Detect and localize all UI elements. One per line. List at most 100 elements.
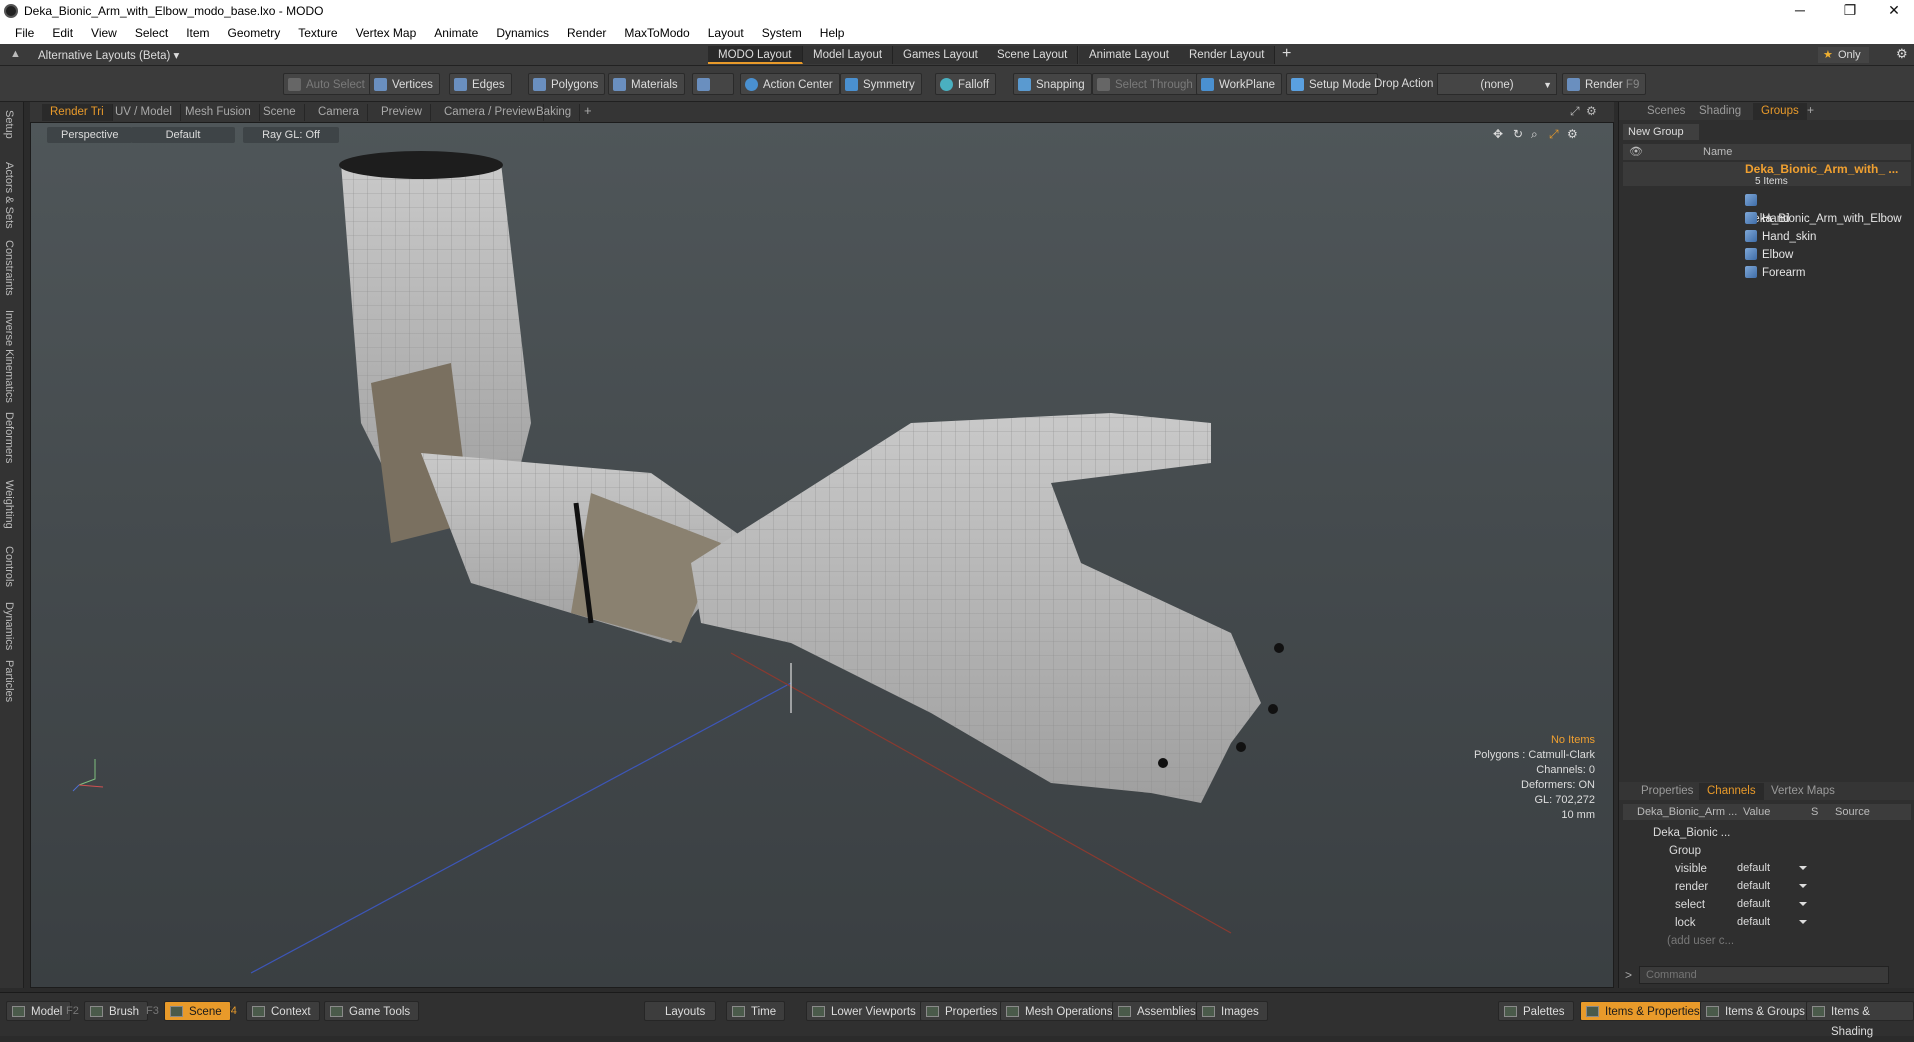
selection-sets-button[interactable] (692, 73, 734, 95)
menu-maxtomodo[interactable]: MaxToModo (615, 26, 698, 40)
minimize-button[interactable]: ─ (1778, 0, 1822, 22)
mesh-operations-button[interactable]: Mesh Operations (1000, 1001, 1122, 1021)
tab-camera[interactable]: Camera (310, 104, 368, 121)
collapse-icon[interactable]: ▲ (10, 48, 21, 60)
items-groups-button[interactable]: Items & Groups (1700, 1001, 1814, 1021)
menu-view[interactable]: View (82, 26, 126, 40)
eye-icon[interactable]: 👁 (1629, 144, 1643, 160)
close-button[interactable]: ✕ (1872, 0, 1914, 22)
group-item[interactable]: Elbow (1745, 246, 1793, 264)
tab-render-layout[interactable]: Render Layout (1179, 46, 1276, 64)
tab-groups[interactable]: Groups (1753, 103, 1807, 120)
add-user-channel[interactable]: (add user c... (1667, 932, 1734, 950)
group-item[interactable]: Hand (1745, 210, 1790, 228)
command-input[interactable] (1639, 966, 1889, 984)
tab-shading[interactable]: Shading (1691, 103, 1749, 120)
menu-animate[interactable]: Animate (425, 26, 487, 40)
menu-texture[interactable]: Texture (289, 26, 346, 40)
game-tools-button[interactable]: Game Tools (324, 1001, 420, 1021)
channels-root-row[interactable]: Deka_Bionic ... (1653, 824, 1730, 842)
tab-baking[interactable]: Baking (528, 104, 581, 121)
polygons-button[interactable]: Polygons (528, 73, 606, 95)
brush-mode-button[interactable]: Brush (84, 1001, 149, 1021)
palettes-button[interactable]: Palettes (1498, 1001, 1574, 1021)
vtab-constraints[interactable]: Constraints (3, 240, 15, 296)
group-item[interactable]: Deka_Bionic_Arm_with_Elbow (1745, 192, 1914, 225)
tab-render-tri[interactable]: Render Tri (42, 104, 113, 121)
group-item[interactable]: Forearm (1745, 264, 1805, 282)
symmetry-button[interactable]: Symmetry (840, 73, 922, 95)
tab-preview[interactable]: Preview (373, 104, 431, 121)
properties-button[interactable]: Properties (920, 1001, 1007, 1021)
channel-value[interactable]: default (1737, 914, 1809, 930)
add-layout-button[interactable]: + (1282, 45, 1291, 63)
new-group-button[interactable]: New Group (1623, 124, 1699, 140)
snapping-button[interactable]: Snapping (1013, 73, 1092, 95)
menu-file[interactable]: File (6, 26, 43, 40)
select-through-button[interactable]: Select Through (1092, 73, 1200, 95)
vtab-deformers[interactable]: Deformers (3, 412, 15, 463)
vtab-actors-sets[interactable]: Actors & Sets (3, 162, 15, 229)
vtab-weighting[interactable]: Weighting (3, 480, 15, 529)
items-properties-button[interactable]: Items & Properties (1580, 1001, 1709, 1021)
channel-row[interactable]: select default (1619, 896, 1914, 914)
tab-mesh-fusion[interactable]: Mesh Fusion (177, 104, 260, 121)
menu-dynamics[interactable]: Dynamics (487, 26, 558, 40)
setup-mode-button[interactable]: Setup Mode (1286, 73, 1379, 95)
vtab-setup[interactable]: Setup (3, 110, 15, 139)
tab-scenes[interactable]: Scenes (1639, 103, 1693, 120)
layouts-button[interactable]: Layouts (644, 1001, 717, 1021)
vtab-particles[interactable]: Particles (3, 660, 15, 702)
menu-item[interactable]: Item (177, 26, 218, 40)
workplane-button[interactable]: WorkPlane (1196, 73, 1283, 95)
tab-games-layout[interactable]: Games Layout (893, 46, 989, 64)
action-center-button[interactable]: Action Center (740, 73, 840, 95)
render-button[interactable]: Render F9 (1562, 73, 1647, 95)
items-shading-button[interactable]: Items & Shading (1806, 1001, 1914, 1038)
model-mode-button[interactable]: Model (6, 1001, 72, 1021)
group-root-row[interactable]: Deka_Bionic_Arm_with_ ... 5 Items (1623, 162, 1911, 187)
tab-animate-layout[interactable]: Animate Layout (1079, 46, 1180, 64)
add-panel-tab-button[interactable]: + (1807, 103, 1814, 117)
vtab-controls[interactable]: Controls (3, 546, 15, 587)
viewport-settings-icon[interactable]: ⚙ (1586, 104, 1597, 118)
maximize-icon[interactable]: ⤢ (1570, 104, 1580, 119)
channels-group-row[interactable]: Group (1669, 842, 1701, 860)
vtab-dynamics[interactable]: Dynamics (3, 602, 15, 650)
images-button[interactable]: Images (1196, 1001, 1268, 1021)
tab-scene-layout[interactable]: Scene Layout (987, 46, 1079, 64)
vtab-inverse-kinematics[interactable]: Inverse Kinematics (3, 310, 15, 403)
channel-value[interactable]: default (1737, 896, 1809, 912)
only-toggle[interactable]: ★ Only (1818, 47, 1869, 63)
add-tab-button[interactable]: + (584, 103, 592, 118)
menu-layout[interactable]: Layout (699, 26, 753, 40)
gear-icon[interactable]: ⚙ (1896, 46, 1908, 62)
time-button[interactable]: Time (726, 1001, 786, 1021)
3d-viewport[interactable]: Perspective Default Ray GL: Off ✥ ↻ ⌕ ⤢ … (30, 122, 1614, 988)
channel-value[interactable]: default (1737, 878, 1809, 894)
auto-select-button[interactable]: Auto Select (283, 73, 372, 95)
menu-select[interactable]: Select (126, 26, 177, 40)
tab-uv-model[interactable]: UV / Model (107, 104, 181, 121)
alternative-layouts-dropdown[interactable]: Alternative Layouts (Beta) ▾ (38, 48, 179, 62)
restore-button[interactable]: ❐ (1828, 0, 1872, 22)
channel-value[interactable]: default (1737, 860, 1809, 876)
tab-modo-layout[interactable]: MODO Layout (708, 46, 803, 64)
channel-row[interactable]: render default (1619, 878, 1914, 896)
channel-row[interactable]: visible default (1619, 860, 1914, 878)
tab-model-layout[interactable]: Model Layout (803, 46, 894, 64)
tab-channels[interactable]: Channels (1699, 783, 1764, 800)
edges-button[interactable]: Edges (449, 73, 512, 95)
vertices-button[interactable]: Vertices (369, 73, 440, 95)
drop-action-select[interactable]: (none) ▼ (1437, 73, 1557, 95)
menu-vertex-map[interactable]: Vertex Map (347, 26, 426, 40)
group-item[interactable]: Hand_skin (1745, 228, 1816, 246)
tab-properties[interactable]: Properties (1633, 783, 1701, 800)
scene-mode-button[interactable]: Scene (164, 1001, 231, 1021)
channel-row[interactable]: lock default (1619, 914, 1914, 932)
materials-button[interactable]: Materials (608, 73, 685, 95)
tab-vertex-maps[interactable]: Vertex Maps (1763, 783, 1843, 800)
context-button[interactable]: Context (246, 1001, 320, 1021)
menu-system[interactable]: System (753, 26, 811, 40)
menu-help[interactable]: Help (811, 26, 854, 40)
